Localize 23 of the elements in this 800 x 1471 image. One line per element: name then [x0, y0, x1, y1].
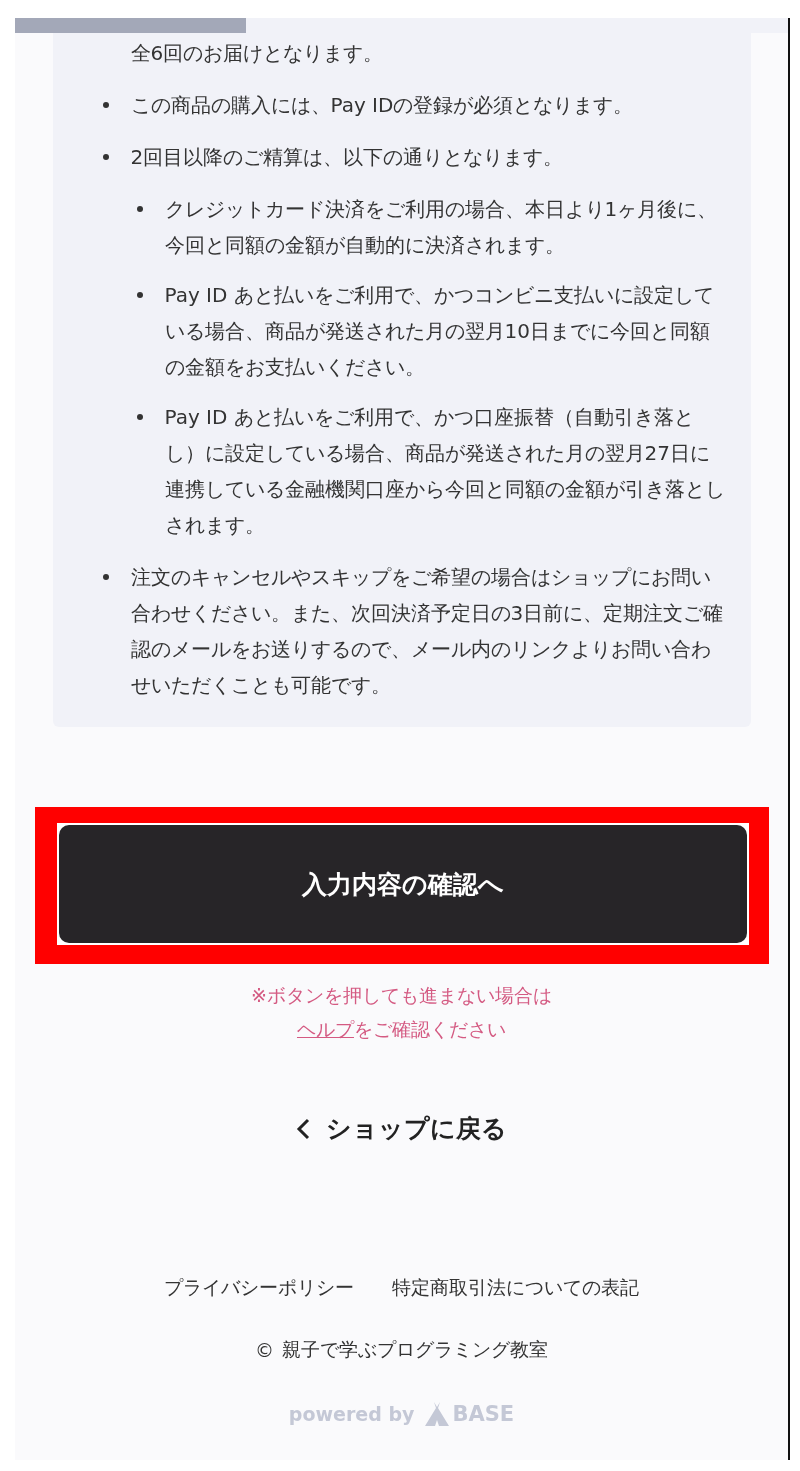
- copyright-text: 親子で学ぶプログラミング教室: [282, 1337, 548, 1362]
- help-note: ※ボタンを押しても進まない場合は ヘルプをご確認ください: [251, 983, 552, 1042]
- note-text: Pay ID あと払いをご利用で、かつコンビニ支払いに設定している場合、商品が発送された月の翌月10日までに今回と同額の金額をお支払いください。: [164, 282, 715, 381]
- note-text: 注文のキャンセルやスキップをご希望の場合はショップにお問い合わせください。また、次回決済予定日の3日前に、定期注文ご確認のメールをお送りするので、メール内のリンクよりお問い合わせいただくことも可能です。: [130, 564, 725, 699]
- bullet-icon: [136, 414, 143, 420]
- note-text: Pay ID あと払いをご利用で、かつ口座振替（自動引き落とし）に設定している場合、商品が発送された月の翌月27日に連携している金融機関口座から今回と同額の金額が引き落としされます。: [164, 404, 725, 539]
- footer-link[interactable]: プライバシーポリシー: [164, 1275, 354, 1301]
- chevron-left-icon: [296, 1117, 310, 1140]
- bullet-icon: [136, 206, 143, 212]
- bullet-icon: [102, 574, 109, 580]
- note-text: クレジットカード決済をご利用の場合、本日より1ヶ月後に、今回と同額の金額が自動的に決済されます。: [164, 196, 719, 259]
- back-to-shop-link[interactable]: ショップに戻る: [296, 1112, 507, 1145]
- note-text: 全6回のお届けとなります。: [130, 40, 385, 67]
- bullet-icon: [136, 292, 143, 298]
- note-text: 2回目以降のご精算は、以下の通りとなります。: [130, 144, 565, 171]
- footer-link[interactable]: 特定商取引法についての表記: [392, 1275, 639, 1301]
- help-link[interactable]: ヘルプ: [297, 1018, 354, 1040]
- confirm-button[interactable]: 入力内容の確認へ: [58, 825, 747, 943]
- bullet-icon: [102, 154, 109, 160]
- note-text: この商品の購入には、Pay IDの登録が必須となります。: [130, 92, 635, 119]
- tent-logo-icon: [424, 1401, 451, 1427]
- bullet-icon: [102, 102, 109, 108]
- copyright-symbol: ©: [255, 1339, 274, 1361]
